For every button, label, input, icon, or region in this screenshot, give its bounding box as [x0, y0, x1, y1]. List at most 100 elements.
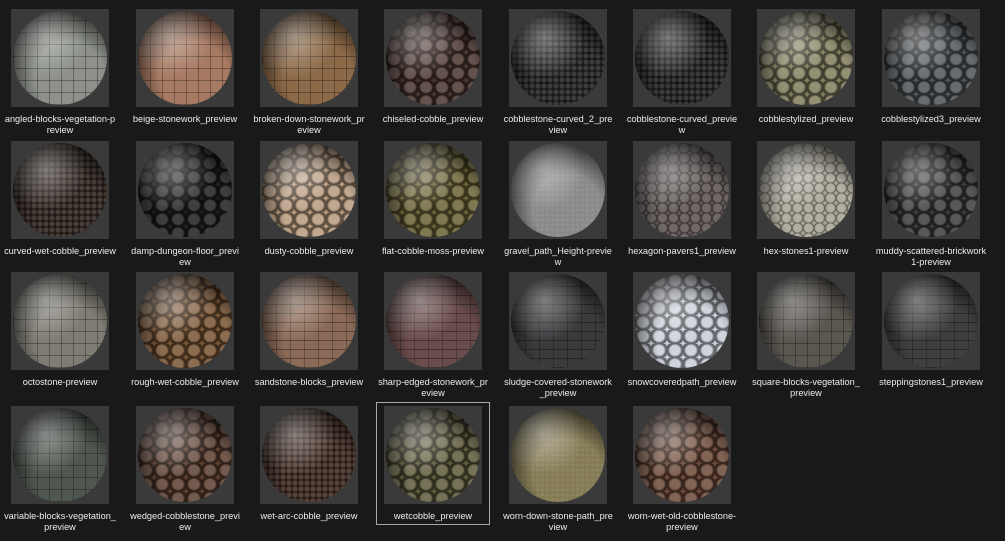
- file-name: dusty-cobble_preview: [264, 246, 354, 256]
- file-item[interactable]: wedged-cobblestone_preview: [128, 402, 242, 532]
- file-item[interactable]: curved-wet-cobble_preview: [3, 137, 117, 260]
- file-item[interactable]: gravel_path_Height-preview: [501, 137, 615, 267]
- file-item[interactable]: wet-arc-cobble_preview: [252, 402, 366, 525]
- file-item[interactable]: worn-down-stone-path_preview: [501, 402, 615, 532]
- material-sphere-preview: [884, 11, 978, 105]
- thumbnail: [882, 272, 980, 370]
- file-name: sharp-edged-stonework_preview: [378, 377, 488, 398]
- file-name: wet-arc-cobble_preview: [260, 511, 358, 521]
- file-name: worn-down-stone-path_preview: [503, 511, 613, 532]
- file-name: cobblestylized_preview: [758, 114, 854, 124]
- material-sphere-preview: [262, 408, 356, 502]
- file-item[interactable]: broken-down-stonework_preview: [252, 5, 366, 135]
- thumbnail: [136, 272, 234, 370]
- file-item[interactable]: cobblestone-curved_2_preview: [501, 5, 615, 135]
- thumbnail: [384, 9, 482, 107]
- file-item[interactable]: sandstone-blocks_preview: [252, 268, 366, 391]
- thumbnail: [384, 406, 482, 504]
- file-item[interactable]: chiseled-cobble_preview: [376, 5, 490, 128]
- material-sphere-preview: [13, 11, 107, 105]
- material-sphere-preview: [635, 143, 729, 237]
- thumbnail: [11, 406, 109, 504]
- thumbnail: [260, 406, 358, 504]
- material-sphere-preview: [511, 143, 605, 237]
- file-item[interactable]: square-blocks-vegetation_preview: [749, 268, 863, 398]
- file-item[interactable]: hexagon-pavers1_preview: [625, 137, 739, 260]
- file-item[interactable]: octostone-preview: [3, 268, 117, 391]
- material-sphere-preview: [759, 274, 853, 368]
- thumbnail: [633, 272, 731, 370]
- material-sphere-preview: [138, 408, 232, 502]
- file-name: steppingstones1_preview: [879, 377, 983, 387]
- material-sphere-preview: [138, 274, 232, 368]
- thumbnail: [384, 141, 482, 239]
- file-item[interactable]: variable-blocks-vegetation_preview: [3, 402, 117, 532]
- material-sphere-preview: [884, 143, 978, 237]
- thumbnail: [509, 406, 607, 504]
- thumbnail: [260, 141, 358, 239]
- file-name: curved-wet-cobble_preview: [4, 246, 116, 256]
- file-name: muddy-scattered-brickwork1-preview: [875, 246, 987, 267]
- file-name: hex-stones1-preview: [763, 246, 849, 256]
- file-item[interactable]: rough-wet-cobble_preview: [128, 268, 242, 391]
- file-item[interactable]: flat-cobble-moss-preview: [376, 137, 490, 260]
- thumbnail: [509, 272, 607, 370]
- file-item[interactable]: damp-dungeon-floor_preview: [128, 137, 242, 267]
- material-sphere-preview: [386, 274, 480, 368]
- thumbnail: [882, 9, 980, 107]
- material-sphere-preview: [13, 274, 107, 368]
- material-sphere-preview: [759, 11, 853, 105]
- file-item[interactable]: muddy-scattered-brickwork1-preview: [874, 137, 988, 267]
- file-item[interactable]: dusty-cobble_preview: [252, 137, 366, 260]
- thumbnail: [757, 272, 855, 370]
- thumbnail: [260, 272, 358, 370]
- file-name: worn-wet-old-cobblestone-preview: [627, 511, 737, 532]
- file-name: octostone-preview: [22, 377, 98, 387]
- file-name: rough-wet-cobble_preview: [131, 377, 239, 387]
- file-name: angled-blocks-vegetation-preview: [4, 114, 116, 135]
- file-item[interactable]: wetcobble_preview: [376, 402, 490, 525]
- thumbnail: [633, 141, 731, 239]
- file-item[interactable]: cobblestylized_preview: [749, 5, 863, 128]
- file-item[interactable]: worn-wet-old-cobblestone-preview: [625, 402, 739, 532]
- file-item[interactable]: snowcoveredpath_preview: [625, 268, 739, 391]
- material-sphere-preview: [138, 143, 232, 237]
- material-sphere-preview: [13, 143, 107, 237]
- file-name: snowcoveredpath_preview: [627, 377, 737, 387]
- file-name: broken-down-stonework_preview: [253, 114, 365, 135]
- thumbnail: [136, 9, 234, 107]
- thumbnail: [11, 272, 109, 370]
- material-sphere-preview: [511, 408, 605, 502]
- thumbnail: [757, 9, 855, 107]
- file-grid: angled-blocks-vegetation-preview beige-s…: [0, 0, 1005, 541]
- material-sphere-preview: [759, 143, 853, 237]
- file-name: sandstone-blocks_preview: [254, 377, 364, 387]
- thumbnail: [757, 141, 855, 239]
- file-item[interactable]: steppingstones1_preview: [874, 268, 988, 391]
- material-sphere-preview: [138, 11, 232, 105]
- material-sphere-preview: [511, 11, 605, 105]
- file-name: flat-cobble-moss-preview: [381, 246, 485, 256]
- file-item[interactable]: sharp-edged-stonework_preview: [376, 268, 490, 398]
- thumbnail: [509, 141, 607, 239]
- file-name: gravel_path_Height-preview: [504, 246, 612, 267]
- file-item[interactable]: cobblestone-curved_preview: [625, 5, 739, 135]
- file-item[interactable]: sludge-covered-stonework_preview: [501, 268, 615, 398]
- file-name: sludge-covered-stonework_preview: [504, 377, 612, 398]
- file-name: square-blocks-vegetation_preview: [752, 377, 860, 398]
- thumbnail: [633, 9, 731, 107]
- file-item[interactable]: beige-stonework_preview: [128, 5, 242, 128]
- file-name: wetcobble_preview: [393, 511, 473, 521]
- thumbnail: [136, 141, 234, 239]
- material-sphere-preview: [884, 274, 978, 368]
- file-item[interactable]: angled-blocks-vegetation-preview: [3, 5, 117, 135]
- material-sphere-preview: [386, 143, 480, 237]
- file-item[interactable]: hex-stones1-preview: [749, 137, 863, 260]
- thumbnail: [136, 406, 234, 504]
- material-sphere-preview: [13, 408, 107, 502]
- file-name: hexagon-pavers1_preview: [628, 246, 736, 256]
- material-sphere-preview: [635, 274, 729, 368]
- file-item[interactable]: cobblestylized3_preview: [874, 5, 988, 128]
- thumbnail: [260, 9, 358, 107]
- file-name: variable-blocks-vegetation_preview: [4, 511, 116, 532]
